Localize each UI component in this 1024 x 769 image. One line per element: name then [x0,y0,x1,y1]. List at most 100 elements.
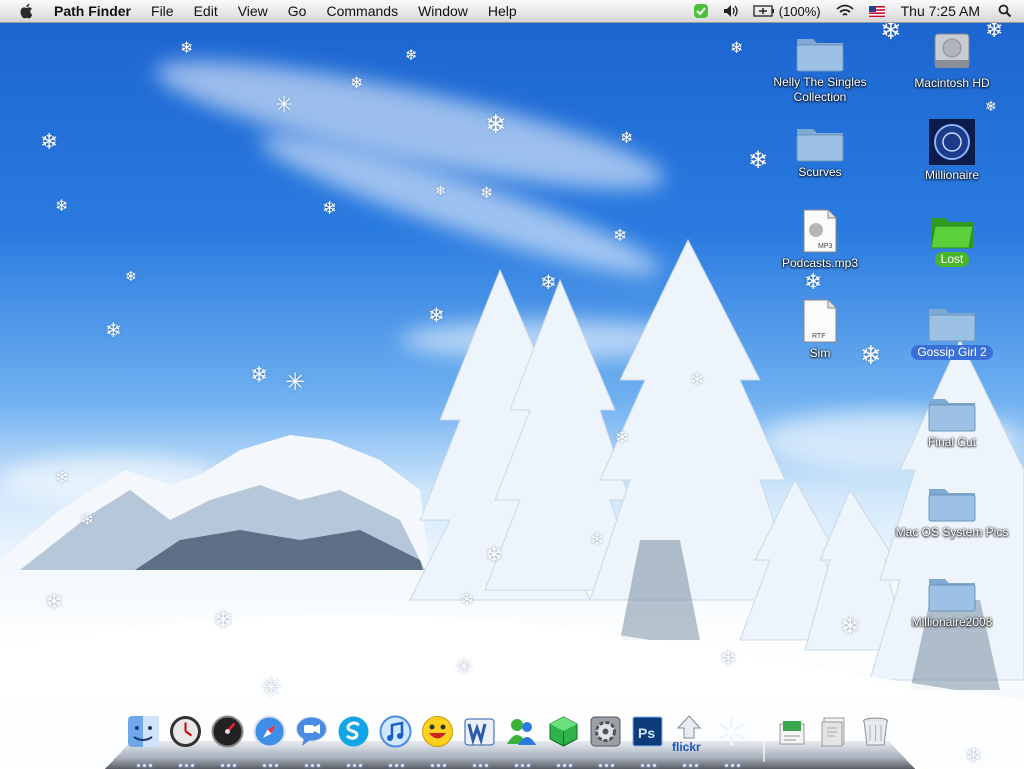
svg-text:Ps: Ps [638,725,655,741]
status-check-icon[interactable] [693,3,709,19]
snowflake-decoration: ❄ [804,270,823,295]
clock-icon [170,716,201,747]
desktop-item-label: Nelly The Singles Collection [773,75,867,104]
battery-percent[interactable]: (100%) [779,4,821,19]
snowflake-decoration: ❄ [985,99,997,115]
desktop-item-nelly-folder[interactable]: Nelly The Singles Collection [755,33,885,106]
snowflake-decoration: ❄ [590,530,605,550]
dock-item-system-preferences[interactable] [587,714,624,768]
snowflake-decoration: ❄ [40,130,59,155]
dock-item-documents-stack[interactable] [773,714,810,768]
menu-commands[interactable]: Commands [326,3,398,19]
dock-item-photoshop[interactable]: Ps [629,714,666,768]
desktop-item-scurves-folder[interactable]: Scurves [755,123,885,181]
snowflake-decoration: ❄ [405,46,418,64]
yahoo-messenger-icon [422,716,453,747]
dock-running-indicator [557,764,572,767]
volume-icon[interactable] [723,4,739,18]
dock-item-ichat[interactable] [293,714,330,768]
wallpaper-snowy-trees [0,238,1024,768]
dock-item-trash[interactable] [857,714,894,768]
dock-running-indicator [179,764,194,767]
snowflake-decoration: ✳ [260,673,282,703]
msn-messenger-icon [507,719,536,745]
dock-item-itunes[interactable] [377,714,414,768]
snowflake-decoration: ❄ [55,196,69,215]
folder-icon [796,39,844,72]
spotlight-icon[interactable] [998,4,1012,18]
skype-icon [338,716,369,747]
dock-item-finder[interactable] [125,714,162,768]
desktop-item-label: Scurves [798,165,842,179]
dock-running-indicator [263,764,278,767]
dock-item-word[interactable] [461,714,498,768]
desktop-item-millionaire[interactable]: Millionaire [887,118,1017,184]
snowflake-decoration: ❄ [80,510,95,530]
dock-running-indicator [431,764,446,767]
dock-item-skype[interactable] [335,714,372,768]
snowflake-decoration: ❄ [45,590,64,615]
downloads-stack-icon [821,717,845,747]
trash-icon [863,717,888,746]
menu-help[interactable]: Help [488,3,517,19]
dock-separator [763,732,765,762]
desktop-item-millionaire2008-folder[interactable]: Millionaire2008 [887,573,1017,631]
desktop-item-macintosh-hd[interactable]: Macintosh HD [887,28,1017,92]
us-flag-icon[interactable] [868,5,885,17]
desktop-item-sim-rtf[interactable]: RTF Sim [755,298,885,362]
dock-running-indicator [515,764,530,767]
dock-item-yahoo-messenger[interactable] [419,714,456,768]
apple-menu-icon[interactable] [18,2,36,20]
documents-stack-icon [779,721,805,745]
menu-go[interactable]: Go [288,3,307,19]
snowflake-decoration: ❄ [105,318,122,342]
snowflake-decoration: ❄ [613,226,628,246]
flickr-label: flickr [672,740,701,754]
desktop-item-gossip-girl-folder[interactable]: Gossip Girl 2 [887,303,1017,361]
dock-running-indicator [599,764,614,767]
dock-item-snow-app[interactable] [713,714,750,768]
desktop-item-label: Sim [809,346,831,360]
finder-icon [128,716,159,747]
menu-window[interactable]: Window [418,3,468,19]
photoshop-icon: Ps [632,716,663,747]
snowflake-decoration: ✳ [455,655,474,680]
dock-item-dashboard[interactable] [209,714,246,768]
dock-item-downloads-stack[interactable] [815,714,852,768]
menu-file[interactable]: File [151,3,174,19]
dock-running-indicator [473,764,488,767]
desktop-item-label: Macintosh HD [914,76,990,90]
millionaire-app-icon [929,119,975,165]
snowflake-decoration: ❄ [840,612,861,640]
snowflake-decoration: ❄ [480,183,494,202]
dock-item-cube-app[interactable] [545,714,582,768]
dock-item-msn-messenger[interactable] [503,714,540,768]
dock-running-indicator [305,764,320,767]
snowflake-decoration: ❄ [690,370,705,390]
green-cube-icon [549,716,578,747]
mp3-file-badge: MP3 [818,243,833,250]
desktop-item-label: Podcasts.mp3 [781,256,859,270]
desktop-item-label: Millionaire [924,168,980,182]
desktop-item-podcasts-mp3[interactable]: MP3 Podcasts.mp3 [755,208,885,272]
menu-view[interactable]: View [238,3,268,19]
desktop-item-final-cut-folder[interactable]: Final Cut [887,393,1017,451]
dock-running-indicator [389,764,404,767]
dock-item-clock[interactable] [167,714,204,768]
snowflake-decoration: ❄ [720,646,737,670]
snowflake-decoration: ❄ [213,606,234,634]
menu-edit[interactable]: Edit [194,3,218,19]
wifi-icon[interactable] [835,4,855,18]
snowflake-decoration: ❄ [460,590,475,610]
itunes-icon [379,715,412,748]
rtf-file-icon: RTF [803,299,837,343]
desktop-item-lost-folder[interactable]: Lost [887,210,1017,268]
rtf-file-badge: RTF [812,333,825,340]
desktop-item-mac-os-pics-folder[interactable]: Mac OS System Pics [887,483,1017,541]
menu-app-name[interactable]: Path Finder [54,3,131,19]
snowflake-decoration: ❄ [540,270,557,294]
battery-icon[interactable] [753,5,775,17]
menu-clock[interactable]: Thu 7:25 AM [901,3,980,19]
dock-item-flickr-uploader[interactable]: flickr [671,714,708,768]
dock-item-safari[interactable] [251,714,288,768]
